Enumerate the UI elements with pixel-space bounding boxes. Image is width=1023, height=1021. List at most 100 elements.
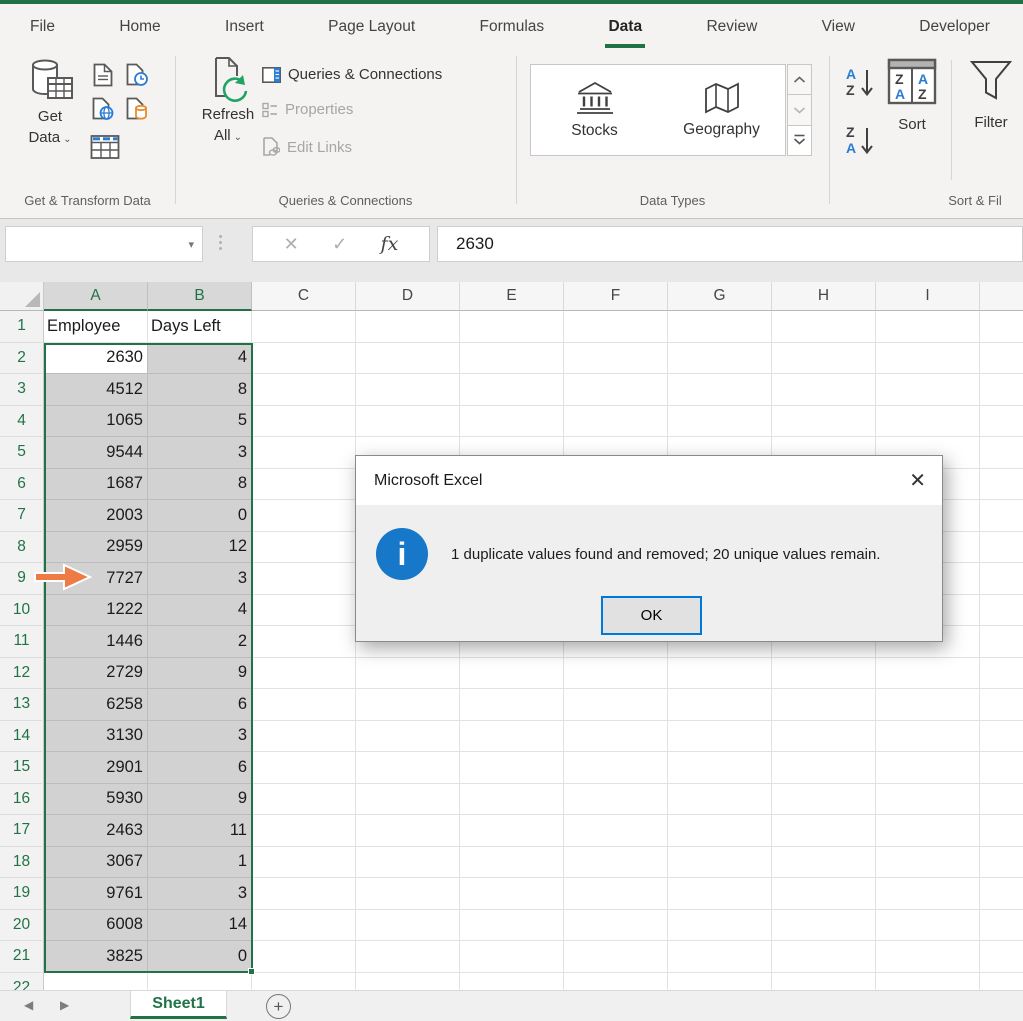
cell-A19[interactable]: 9761 [44, 878, 148, 910]
cell-E4[interactable] [460, 406, 564, 438]
column-header-A[interactable]: A [44, 282, 148, 311]
row-header-8[interactable]: 8 [0, 532, 44, 564]
cell-F14[interactable] [564, 721, 668, 753]
cell-H3[interactable] [772, 374, 876, 406]
row-header-16[interactable]: 16 [0, 784, 44, 816]
cell-B20[interactable]: 14 [148, 910, 252, 942]
cell-C6[interactable] [252, 469, 356, 501]
cell-B5[interactable]: 3 [148, 437, 252, 469]
tab-file[interactable]: File [30, 4, 55, 50]
enter-check-icon[interactable]: ✓ [332, 234, 347, 255]
refresh-all-button[interactable]: Refresh All⌄ [192, 56, 264, 148]
cell-I19[interactable] [876, 878, 980, 910]
cell-I22[interactable] [876, 973, 980, 991]
cell-J22[interactable] [980, 973, 1023, 991]
column-header-C[interactable]: C [252, 282, 356, 311]
cell-I17[interactable] [876, 815, 980, 847]
cell-J13[interactable] [980, 689, 1023, 721]
cell-J19[interactable] [980, 878, 1023, 910]
column-header-I[interactable]: I [876, 282, 980, 311]
ok-button[interactable]: OK [601, 596, 702, 635]
cell-J11[interactable] [980, 626, 1023, 658]
tab-insert[interactable]: Insert [225, 4, 264, 50]
cell-C9[interactable] [252, 563, 356, 595]
from-table-range-button[interactable] [88, 128, 122, 164]
cell-C13[interactable] [252, 689, 356, 721]
cell-A12[interactable]: 2729 [44, 658, 148, 690]
cell-J6[interactable] [980, 469, 1023, 501]
cell-G17[interactable] [668, 815, 772, 847]
cell-G14[interactable] [668, 721, 772, 753]
cell-C2[interactable] [252, 343, 356, 375]
cell-D13[interactable] [356, 689, 460, 721]
row-header-22[interactable]: 22 [0, 973, 44, 991]
cell-A8[interactable]: 2959 [44, 532, 148, 564]
row-header-4[interactable]: 4 [0, 406, 44, 438]
cell-A4[interactable]: 1065 [44, 406, 148, 438]
dialog-title-bar[interactable]: Microsoft Excel ✕ [356, 456, 942, 505]
cell-C15[interactable] [252, 752, 356, 784]
cell-C8[interactable] [252, 532, 356, 564]
cell-H13[interactable] [772, 689, 876, 721]
cell-H17[interactable] [772, 815, 876, 847]
cell-J10[interactable] [980, 595, 1023, 627]
new-sheet-button[interactable]: + [266, 994, 291, 1019]
dialog-close-button[interactable]: ✕ [909, 468, 926, 493]
cell-C22[interactable] [252, 973, 356, 991]
cell-C17[interactable] [252, 815, 356, 847]
cell-F1[interactable] [564, 311, 668, 343]
cell-J9[interactable] [980, 563, 1023, 595]
row-header-12[interactable]: 12 [0, 658, 44, 690]
cell-C11[interactable] [252, 626, 356, 658]
row-header-19[interactable]: 19 [0, 878, 44, 910]
cell-D22[interactable] [356, 973, 460, 991]
cell-A15[interactable]: 2901 [44, 752, 148, 784]
column-header-G[interactable]: G [668, 282, 772, 311]
cell-G22[interactable] [668, 973, 772, 991]
cell-G16[interactable] [668, 784, 772, 816]
cell-C18[interactable] [252, 847, 356, 879]
sort-descending-button[interactable]: Z A [844, 122, 876, 158]
cell-I2[interactable] [876, 343, 980, 375]
column-header-F[interactable]: F [564, 282, 668, 311]
cell-B9[interactable]: 3 [148, 563, 252, 595]
row-header-13[interactable]: 13 [0, 689, 44, 721]
row-header-14[interactable]: 14 [0, 721, 44, 753]
cell-C19[interactable] [252, 878, 356, 910]
row-header-6[interactable]: 6 [0, 469, 44, 501]
cell-A2[interactable]: 2630 [44, 343, 148, 375]
cell-E17[interactable] [460, 815, 564, 847]
cell-J7[interactable] [980, 500, 1023, 532]
cell-B22[interactable] [148, 973, 252, 991]
cell-B13[interactable]: 6 [148, 689, 252, 721]
cell-G18[interactable] [668, 847, 772, 879]
cell-A17[interactable]: 2463 [44, 815, 148, 847]
cell-J16[interactable] [980, 784, 1023, 816]
cell-F2[interactable] [564, 343, 668, 375]
row-header-5[interactable]: 5 [0, 437, 44, 469]
name-box-dropdown-icon[interactable]: ▾ [188, 238, 194, 251]
cell-F4[interactable] [564, 406, 668, 438]
column-header-H[interactable]: H [772, 282, 876, 311]
row-header-1[interactable]: 1 [0, 311, 44, 343]
cell-A16[interactable]: 5930 [44, 784, 148, 816]
sort-button[interactable]: Z A A Z Sort [884, 58, 940, 135]
cell-E18[interactable] [460, 847, 564, 879]
select-all-corner[interactable] [0, 282, 44, 311]
cell-A14[interactable]: 3130 [44, 721, 148, 753]
column-header-D[interactable]: D [356, 282, 460, 311]
cancel-icon[interactable]: ✕ [284, 234, 299, 255]
gallery-more-button[interactable] [787, 126, 812, 156]
cell-E14[interactable] [460, 721, 564, 753]
cell-I14[interactable] [876, 721, 980, 753]
row-header-15[interactable]: 15 [0, 752, 44, 784]
cell-I21[interactable] [876, 941, 980, 973]
cell-J8[interactable] [980, 532, 1023, 564]
gallery-scroll-up-button[interactable] [787, 64, 812, 95]
cell-J4[interactable] [980, 406, 1023, 438]
formula-input[interactable]: 2630 [437, 226, 1023, 262]
cell-F20[interactable] [564, 910, 668, 942]
cell-B4[interactable]: 5 [148, 406, 252, 438]
cell-B3[interactable]: 8 [148, 374, 252, 406]
cell-C1[interactable] [252, 311, 356, 343]
